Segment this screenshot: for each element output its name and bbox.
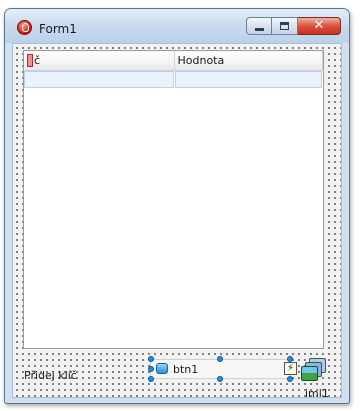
- grid-cell-key[interactable]: [24, 71, 174, 88]
- lightning-icon[interactable]: ⚡: [284, 362, 297, 375]
- btn1-label: btn1: [173, 363, 199, 376]
- maximize-button[interactable]: [272, 17, 298, 35]
- grid-header: č Hodnota: [24, 51, 323, 71]
- maximize-icon: [280, 22, 289, 30]
- form-window: Form1 ✕ č Hodnota Přidej klíč btn1 ⚡ iml…: [4, 8, 350, 404]
- minimize-button[interactable]: [246, 17, 272, 35]
- key-column-badge: [27, 54, 33, 67]
- selection-handle-bottom-middle[interactable]: [217, 376, 223, 382]
- imagelist-icon[interactable]: [301, 358, 327, 384]
- column-header-value[interactable]: Hodnota: [174, 51, 323, 71]
- image-layer-front: [301, 366, 318, 381]
- selection-handle-top-middle[interactable]: [217, 356, 223, 362]
- title-bar[interactable]: Form1 ✕: [5, 9, 349, 43]
- selection-handle-middle-left[interactable]: [148, 366, 154, 372]
- key-value-grid[interactable]: č Hodnota: [23, 50, 324, 349]
- app-icon: [17, 20, 32, 35]
- grid-cell-value[interactable]: [174, 71, 322, 88]
- close-icon: ✕: [313, 18, 325, 33]
- close-button[interactable]: ✕: [298, 17, 341, 35]
- window-title: Form1: [39, 22, 77, 36]
- imagelist-label: iml1: [305, 387, 329, 400]
- selection-handle-bottom-left[interactable]: [148, 376, 154, 382]
- column-header-key-label: č: [34, 54, 41, 67]
- selection-handle-top-left[interactable]: [148, 356, 154, 362]
- minimize-icon: [255, 28, 264, 31]
- selection-handle-bottom-right[interactable]: [287, 376, 293, 382]
- column-header-key[interactable]: č: [24, 51, 175, 71]
- column-header-value-label: Hodnota: [177, 54, 225, 67]
- form-design-surface[interactable]: č Hodnota Přidej klíč btn1 ⚡ iml1: [12, 43, 342, 400]
- table-row[interactable]: [24, 71, 323, 88]
- caption-buttons: ✕: [246, 17, 341, 37]
- add-key-label: Přidej klíč: [24, 369, 77, 382]
- pointing-hand-icon: [156, 363, 168, 374]
